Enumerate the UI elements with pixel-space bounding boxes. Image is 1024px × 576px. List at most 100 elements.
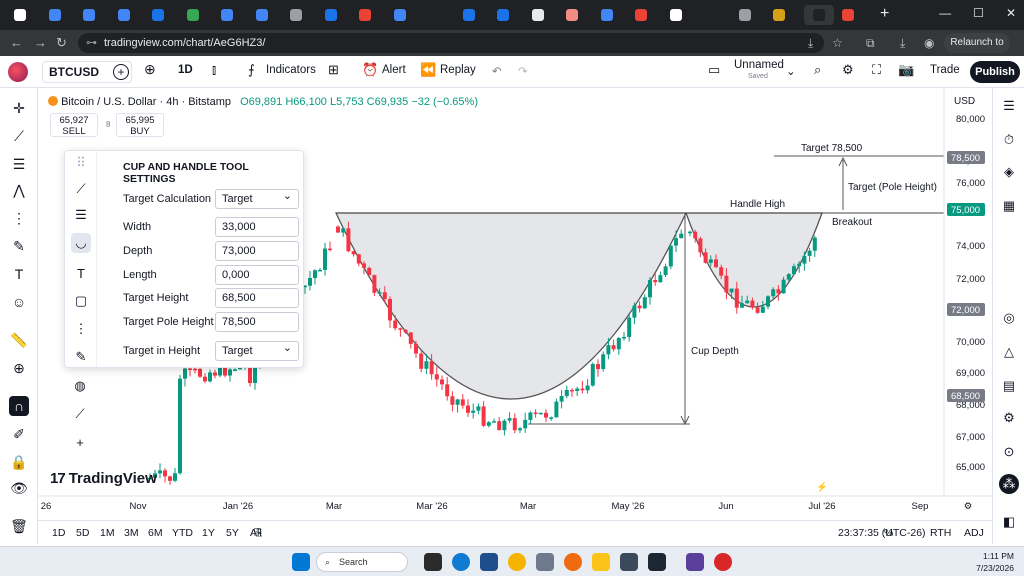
range-button[interactable]: 5D — [76, 527, 89, 539]
layout-icon[interactable]: ▭ — [708, 62, 720, 78]
system-clock[interactable]: 1:11 PM 7/23/2026 — [976, 550, 1014, 574]
browser-tab[interactable] — [493, 5, 513, 25]
browser-tab[interactable] — [10, 5, 30, 25]
line-segment-icon[interactable]: ⟋ — [70, 404, 90, 424]
percent-scale-toggle[interactable]: % — [884, 527, 893, 539]
range-button[interactable]: 3M — [124, 527, 139, 539]
trend-line-icon[interactable]: ⟋ — [9, 126, 29, 146]
browser-tab[interactable] — [666, 5, 686, 25]
chat-icon[interactable]: △ — [999, 342, 1019, 362]
browser-tab[interactable] — [597, 5, 617, 25]
bookmark-star-icon[interactable]: ☆ — [832, 36, 843, 50]
app-icon-3[interactable] — [648, 553, 666, 571]
globe-icon[interactable]: ◍ — [70, 376, 90, 396]
object-tree-icon[interactable]: ◧ — [999, 512, 1019, 532]
ruler-icon[interactable]: 📏 — [9, 330, 29, 350]
text-icon[interactable]: T — [71, 263, 91, 283]
settings-input[interactable]: 73,000 — [215, 241, 299, 261]
user-avatar[interactable] — [8, 62, 28, 82]
settings-app-icon[interactable] — [536, 553, 554, 571]
utc-clock[interactable]: 23:37:35 (UTC-26) — [838, 527, 926, 539]
brush-icon[interactable]: ✎ — [9, 236, 29, 256]
settings-gear-icon[interactable]: ⚙ — [842, 62, 854, 78]
install-app-icon[interactable]: ⤓ — [808, 36, 813, 51]
range-button[interactable]: 1Y — [202, 527, 215, 539]
horizontal-lines-icon[interactable]: ☰ — [9, 154, 29, 174]
go-to-realtime-icon[interactable]: ⚡ — [816, 482, 828, 493]
site-info-icon[interactable]: ⊶ — [86, 33, 97, 53]
browser-tab[interactable] — [45, 5, 65, 25]
trade-button[interactable]: Trade — [930, 64, 960, 76]
calendar-icon[interactable]: ▤ — [999, 376, 1019, 396]
start-icon[interactable] — [292, 553, 310, 571]
range-button[interactable]: YTD — [172, 527, 193, 539]
layout-menu-chevron-icon[interactable]: ⌄ — [786, 64, 796, 78]
line-tool-icon[interactable]: ⟋ — [71, 179, 91, 199]
cup-tool-icon[interactable]: ◡ — [71, 233, 91, 253]
browser-tab[interactable] — [321, 5, 341, 25]
edge-icon[interactable] — [452, 553, 470, 571]
app-icon-2[interactable] — [620, 553, 638, 571]
snapshot-icon[interactable]: 📷 — [898, 62, 914, 78]
app-icon-5[interactable] — [714, 553, 732, 571]
address-bar[interactable]: ⊶ tradingview.com/chart/AeG6HZ3/ — [78, 33, 824, 53]
crosshair-icon[interactable]: ✛ — [9, 98, 29, 118]
alert-button[interactable]: Alert — [382, 64, 406, 76]
range-button[interactable]: 1D — [52, 527, 65, 539]
zoom-in-icon[interactable]: ⊕ — [9, 358, 29, 378]
browser-tab[interactable] — [631, 5, 651, 25]
compare-add-icon[interactable]: + — [113, 64, 129, 80]
text-tool-icon[interactable]: T — [9, 264, 29, 284]
browser-tab[interactable] — [217, 5, 237, 25]
bar-style-icon[interactable]: ⫾ — [212, 62, 216, 78]
reload-icon[interactable]: ↻ — [56, 35, 67, 51]
fib-levels-icon[interactable]: ⋮ — [71, 319, 91, 339]
back-icon[interactable]: ← — [10, 35, 23, 50]
time-axis[interactable]: 26 Nov Jan '26 Mar Mar '26 Mar May '26 Jun Jul '… — [38, 482, 992, 518]
browser-tab[interactable] — [562, 5, 582, 25]
settings-select[interactable]: Target — [215, 187, 299, 209]
file-explorer-icon[interactable] — [592, 553, 610, 571]
browser-tab[interactable] — [528, 5, 548, 25]
range-button[interactable]: 5Y — [226, 527, 239, 539]
magnet-icon[interactable]: ∩ — [9, 396, 29, 416]
task-view-icon[interactable] — [424, 553, 442, 571]
settings-input[interactable]: 33,000 — [215, 217, 299, 237]
app-icon-4[interactable] — [686, 553, 704, 571]
alerts-clock-icon[interactable]: ⏱ — [999, 130, 1019, 150]
date-range-icon[interactable]: ⎘ — [254, 527, 262, 540]
session-toggle[interactable]: RTH — [930, 527, 951, 539]
browser-tab[interactable] — [459, 5, 479, 25]
watchlist-icon[interactable]: ☰ — [999, 96, 1019, 116]
indicators-icon[interactable]: ⨍ — [248, 62, 255, 78]
chrome-icon[interactable] — [508, 553, 526, 571]
browser-tab[interactable] — [390, 5, 410, 25]
firefox-icon[interactable] — [564, 553, 582, 571]
fib-icon[interactable]: ⋮ — [9, 208, 29, 228]
browser-tab[interactable] — [286, 5, 306, 25]
layers-icon[interactable]: ◈ — [999, 162, 1019, 182]
visibility-icon[interactable]: 👁 — [9, 478, 29, 498]
stay-in-drawing-mode-icon[interactable]: ✐ — [9, 424, 29, 444]
publish-button[interactable]: Publish — [970, 61, 1020, 83]
layout-name[interactable]: Unnamed — [734, 59, 784, 71]
adjust-toggle[interactable]: ADJ — [964, 527, 984, 539]
forward-icon[interactable]: → — [34, 35, 47, 50]
relaunch-button[interactable]: Relaunch to update — [944, 33, 1010, 68]
lock-icon[interactable]: 🔒 — [9, 452, 29, 472]
settings-select[interactable]: Target — [215, 339, 299, 361]
rectangle-icon[interactable]: ▢ — [71, 291, 91, 311]
emoji-icon[interactable]: ☺ — [9, 292, 29, 312]
undo-icon[interactable]: ↶ — [492, 64, 502, 78]
symbol-search[interactable]: BTCUSD + — [42, 61, 132, 83]
browser-tab[interactable] — [735, 5, 755, 25]
maximize-icon[interactable]: ☐ — [973, 6, 984, 20]
minimize-icon[interactable]: — — [939, 6, 951, 20]
notifications-icon[interactable]: ⚙ — [999, 408, 1019, 428]
cup-handle-settings-panel[interactable]: ⠿ ⟋ ☰ ◡ T ▢ ⋮ ✎ CUP AND HANDLE TOOL SETT… — [64, 150, 304, 368]
settings-input[interactable]: 78,500 — [215, 312, 299, 332]
close-icon[interactable]: ✕ — [1006, 6, 1016, 20]
brush-tool-icon[interactable]: ✎ — [71, 347, 91, 367]
data-window-icon[interactable]: ▦ — [999, 196, 1019, 216]
browser-tab[interactable] — [424, 5, 444, 25]
